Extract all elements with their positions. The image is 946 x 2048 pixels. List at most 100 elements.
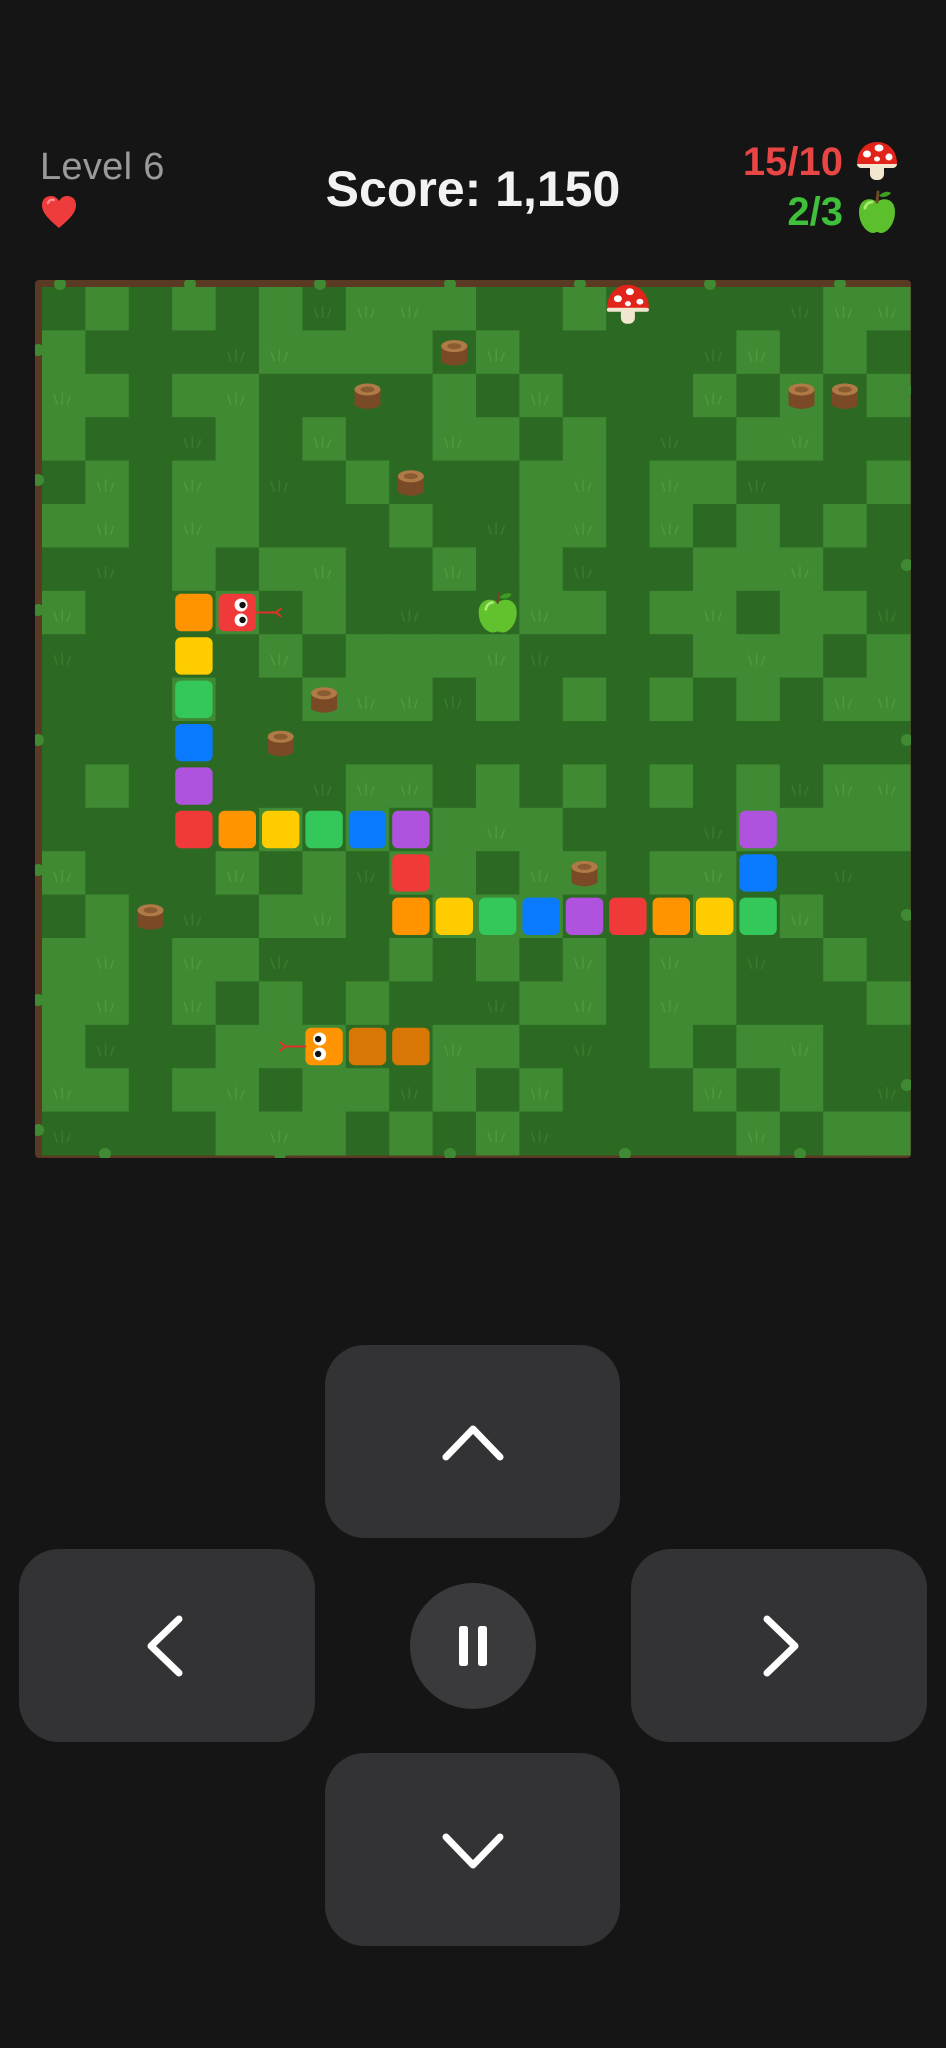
grass-tile xyxy=(42,677,86,722)
snake-segment xyxy=(696,897,734,935)
grass-tile xyxy=(476,721,520,765)
grass-tile xyxy=(476,634,520,679)
grass-tile xyxy=(736,504,781,548)
grass-tile xyxy=(215,460,260,505)
grass-tile xyxy=(866,938,911,982)
grass-tile xyxy=(606,1024,651,1069)
grass-tile xyxy=(432,938,477,982)
grass-tile xyxy=(779,1068,824,1113)
grass-tile xyxy=(866,460,911,505)
grass-tile xyxy=(128,677,173,722)
left-button[interactable] xyxy=(19,1549,315,1742)
grass-tile xyxy=(432,373,477,418)
grass-tile xyxy=(519,590,564,635)
grass-tile xyxy=(432,1111,477,1156)
mushroom-goal-count: 15/10 xyxy=(742,139,843,184)
grass-tile xyxy=(42,460,86,505)
up-button[interactable] xyxy=(325,1345,620,1538)
snake-segment xyxy=(175,680,213,718)
grass-tile xyxy=(389,287,434,331)
pause-button[interactable] xyxy=(410,1583,536,1709)
apple-goal: 2/3 xyxy=(787,188,901,236)
grass-tile xyxy=(823,764,868,809)
grass-tile xyxy=(649,460,694,505)
grass-tile xyxy=(259,417,303,462)
grass-tile xyxy=(85,807,130,852)
grass-tile xyxy=(128,373,173,418)
grass-tile xyxy=(866,1068,911,1113)
grass-tile xyxy=(302,1068,347,1113)
grass-tile xyxy=(259,981,303,1026)
grass-tile xyxy=(823,504,868,548)
controls xyxy=(0,1340,946,1960)
grass-tile xyxy=(215,981,260,1026)
grass-tile xyxy=(85,981,130,1026)
grass-tile xyxy=(562,504,607,548)
grass-tile xyxy=(345,1068,390,1113)
snake-segment xyxy=(565,897,604,935)
grass-tile xyxy=(85,1024,130,1069)
game-board[interactable] xyxy=(35,280,911,1158)
grass-tile xyxy=(823,417,868,462)
grass-tile xyxy=(736,634,781,679)
grass-tile xyxy=(432,764,477,809)
grass-tile xyxy=(85,590,130,635)
grass-tile xyxy=(866,851,911,896)
grass-tile xyxy=(172,981,217,1026)
tree-stump-icon xyxy=(311,687,338,713)
grass-tile xyxy=(432,1024,477,1069)
grass-tile xyxy=(606,634,651,679)
grass-tile xyxy=(476,504,520,548)
grass-tile xyxy=(128,938,173,982)
grass-tile xyxy=(389,634,434,679)
snake-segment xyxy=(175,767,213,805)
grass-tile xyxy=(172,330,217,375)
grass-tile xyxy=(302,460,347,505)
grass-tile xyxy=(693,721,737,765)
grass-tile xyxy=(562,807,607,852)
grass-tile xyxy=(693,677,737,722)
grass-tile xyxy=(519,807,564,852)
grass-tile xyxy=(866,807,911,852)
grass-tile xyxy=(85,764,130,809)
grass-tile xyxy=(432,590,477,635)
grass-tile xyxy=(476,287,520,331)
grass-tile xyxy=(562,417,607,462)
grass-tile xyxy=(779,894,824,939)
grass-tile xyxy=(85,373,130,418)
grass-tile xyxy=(172,287,217,331)
grass-tile xyxy=(42,590,86,635)
grass-tile xyxy=(389,417,434,462)
grass-tile xyxy=(215,851,260,896)
grass-tile xyxy=(42,547,86,592)
grass-tile xyxy=(128,547,173,592)
chevron-down-icon xyxy=(442,1833,503,1868)
grass-tile xyxy=(519,721,564,765)
grass-tile xyxy=(85,547,130,592)
grass-tile xyxy=(302,634,347,679)
grass-tile xyxy=(128,764,173,809)
grass-tile xyxy=(606,460,651,505)
grass-tile xyxy=(85,1068,130,1113)
grass-tile xyxy=(259,851,303,896)
grass-tile xyxy=(389,764,434,809)
grass-tile xyxy=(215,287,260,331)
grass-tile xyxy=(128,504,173,548)
grass-tile xyxy=(606,938,651,982)
grass-tile xyxy=(432,807,477,852)
down-button[interactable] xyxy=(325,1753,620,1946)
grass-tile xyxy=(128,590,173,635)
grass-tile xyxy=(215,721,260,765)
grass-tile xyxy=(649,938,694,982)
grass-tile xyxy=(779,504,824,548)
grass-tile xyxy=(389,1111,434,1156)
grass-tile xyxy=(693,417,737,462)
grass-tile xyxy=(649,981,694,1026)
grass-tile xyxy=(562,981,607,1026)
grass-tile xyxy=(42,851,86,896)
grass-tile xyxy=(606,547,651,592)
grass-tile xyxy=(302,417,347,462)
snake-segment xyxy=(348,810,387,849)
grass-tile xyxy=(42,1024,86,1069)
right-button[interactable] xyxy=(631,1549,927,1742)
